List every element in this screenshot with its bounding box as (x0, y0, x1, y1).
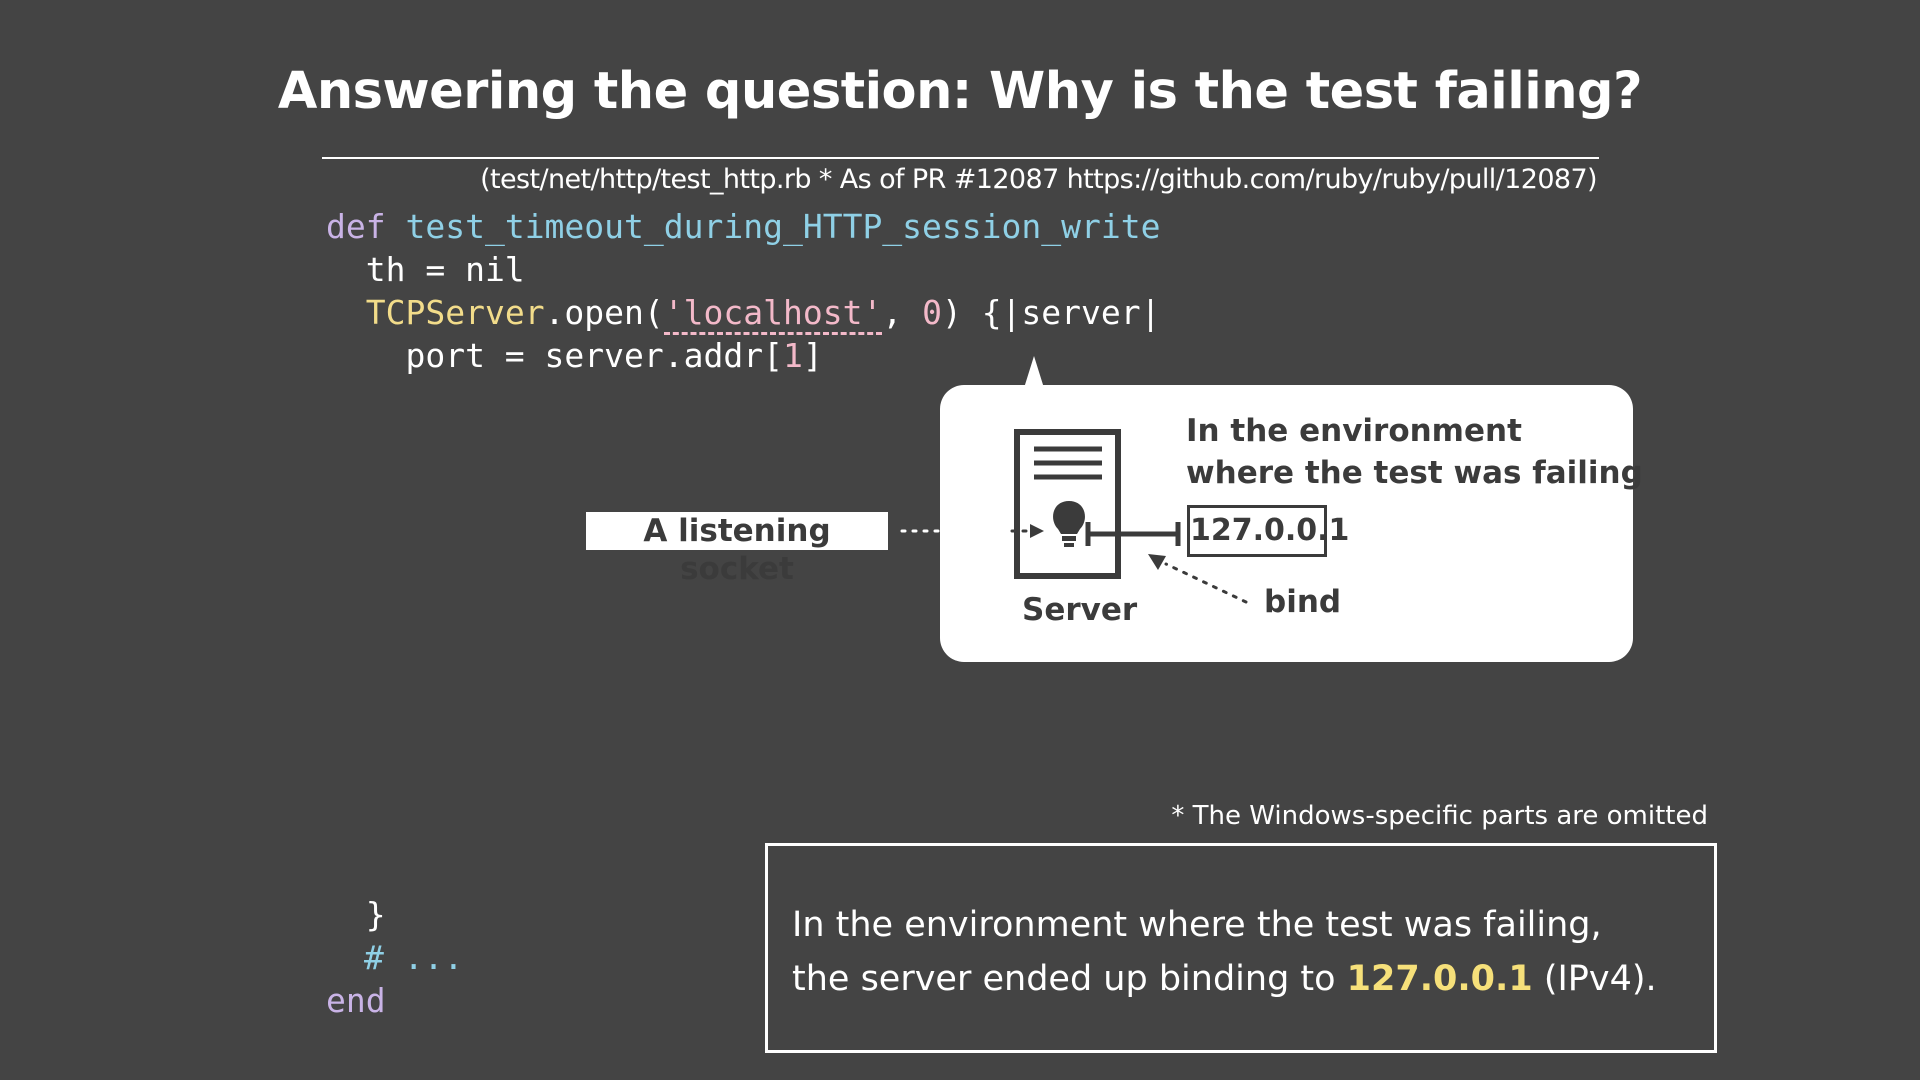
bind-arrowhead (1148, 554, 1166, 570)
summary-line-2: the server ended up binding to 127.0.0.1… (792, 952, 1657, 1006)
summary-line-2-end: (IPv4). (1532, 959, 1657, 999)
summary-line-1: In the environment where the test was fa… (792, 905, 1602, 945)
bind-dotted-arrow (1164, 562, 1248, 604)
summary-box: In the environment where the test was fa… (765, 843, 1717, 1053)
summary-ip-highlight: 127.0.0.1 (1346, 959, 1533, 999)
summary-line-2-start: the server ended up binding to (792, 959, 1347, 999)
summary-text: In the environment where the test was fa… (792, 898, 1657, 1006)
footnote: * The Windows-specific parts are omitted (1171, 801, 1708, 831)
